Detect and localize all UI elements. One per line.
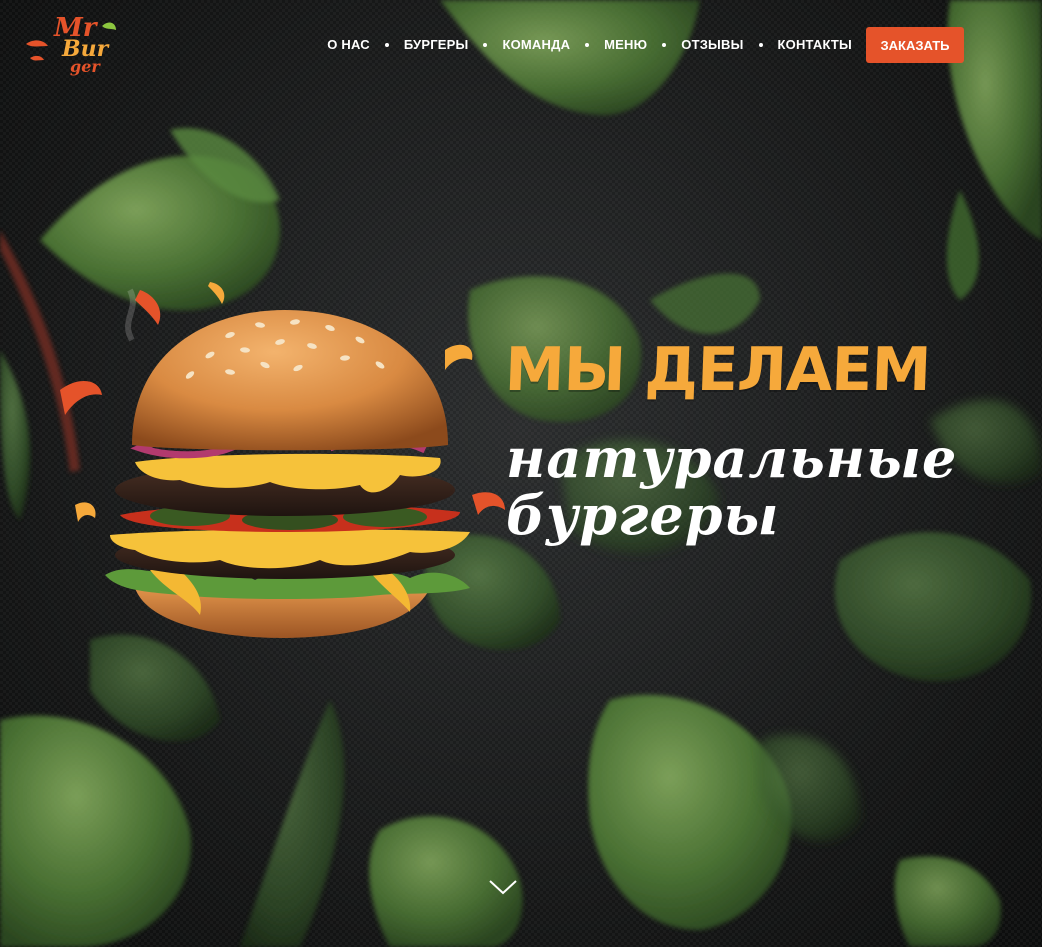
site-header: Mr Bur ger О НАС БУРГЕРЫ КОМАНДА МЕНЮ ОТ… [0, 0, 1042, 90]
nav-separator [483, 42, 488, 47]
nav-separator [662, 42, 667, 47]
nav-item-team[interactable]: КОМАНДА [502, 37, 570, 52]
nav-item-menu[interactable]: МЕНЮ [604, 37, 647, 52]
nav-separator [585, 42, 590, 47]
hero-section: МЫ ДЕЛАЕМ натуральные бургеры [0, 0, 1042, 947]
nav-separator [384, 42, 389, 47]
nav-separator [758, 42, 763, 47]
svg-text:ger: ger [70, 57, 101, 76]
hero-headline: МЫ ДЕЛАЕМ [503, 335, 932, 405]
hero-subline-line2: бургеры [506, 482, 780, 547]
main-nav: О НАС БУРГЕРЫ КОМАНДА МЕНЮ ОТЗЫВЫ КОНТАК… [327, 37, 852, 52]
nav-item-burgers[interactable]: БУРГЕРЫ [404, 37, 469, 52]
burger-image [60, 282, 505, 638]
mr-burger-logo[interactable]: Mr Bur ger [24, 6, 120, 78]
hero-subline-line1: натуральные [506, 426, 958, 490]
hero-subline: натуральные бургеры [506, 430, 957, 543]
chevron-down-icon[interactable] [487, 875, 519, 897]
nav-item-reviews[interactable]: ОТЗЫВЫ [681, 37, 743, 52]
order-button[interactable]: ЗАКАЗАТЬ [866, 27, 964, 63]
nav-item-about[interactable]: О НАС [327, 37, 370, 52]
nav-item-contacts[interactable]: КОНТАКТЫ [778, 37, 852, 52]
